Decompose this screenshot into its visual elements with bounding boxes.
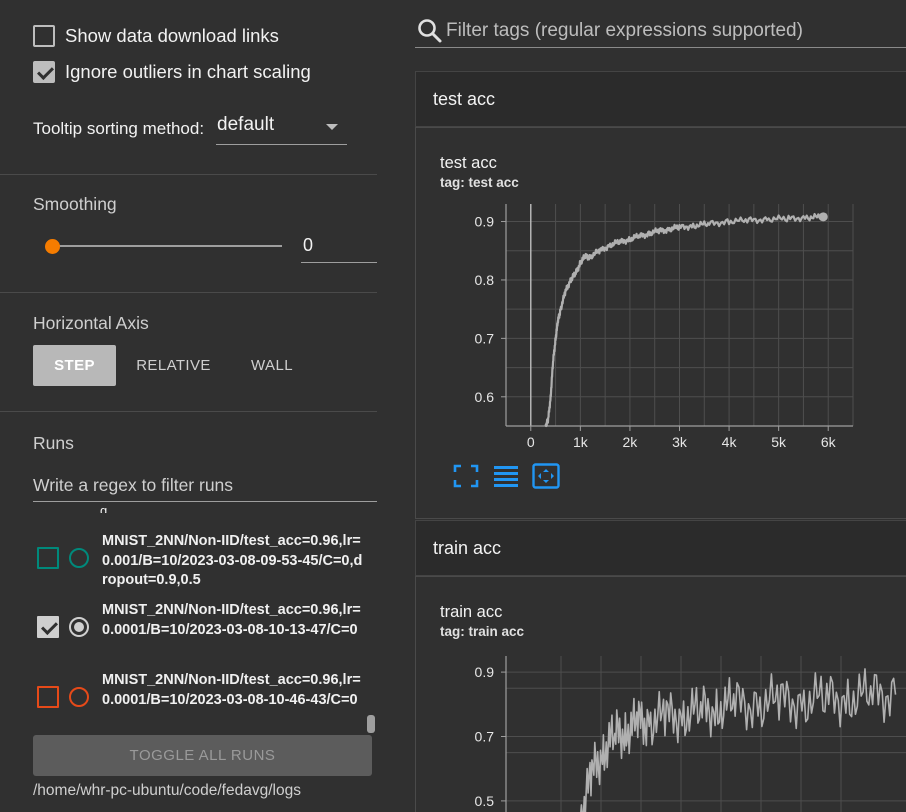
axis-wall-button[interactable]: WALL	[231, 345, 313, 386]
card-toolbar	[452, 463, 572, 489]
smoothing-title: Smoothing	[33, 194, 117, 214]
run-partial-text: g	[100, 503, 108, 513]
group-header-train-acc[interactable]: train acc	[415, 520, 906, 576]
run-label: MNIST_2NN/Non-IID/test_acc=0.96,lr=0.000…	[102, 602, 361, 638]
run-label: MNIST_2NN/Non-IID/test_acc=0.96,lr=0.000…	[102, 672, 361, 708]
log-directory-path: /home/whr-pc-ubuntu/code/fedavg/logs	[33, 782, 301, 799]
card-tag: tag: train acc	[440, 624, 525, 639]
x-tick-label: 2k	[623, 434, 639, 450]
x-tick-label: 3k	[672, 434, 688, 450]
ignore-outliers-checkbox[interactable]	[33, 61, 55, 83]
chevron-down-icon	[326, 124, 339, 130]
tooltip-sorting-select[interactable]: default	[216, 112, 348, 145]
fit-domain-icon[interactable]	[532, 463, 560, 489]
series-line	[544, 212, 824, 428]
run-label: MNIST_2NN/Non-IID/test_acc=0.96,lr=0.001…	[102, 533, 363, 588]
horizontal-axis-toggle: STEP RELATIVE WALL	[33, 345, 313, 386]
axis-relative-button[interactable]: RELATIVE	[116, 345, 231, 386]
ignore-outliers-option[interactable]: Ignore outliers in chart scaling	[33, 61, 311, 83]
runs-title: Runs	[33, 433, 74, 453]
toggle-all-runs-button[interactable]: TOGGLE ALL RUNS	[33, 735, 372, 776]
card-title: test acc	[440, 154, 497, 172]
settings-sidebar: Show data download links Ignore outliers…	[0, 0, 377, 812]
run-item[interactable]: MNIST_2NN/Non-IID/test_acc=0.96,lr=0.000…	[37, 671, 366, 710]
y-tick-label: 0.6	[475, 389, 495, 405]
series-end-point	[818, 212, 828, 222]
run-filter-input[interactable]: Write a regex to filter runs	[33, 467, 377, 502]
run-checkbox[interactable]	[37, 616, 59, 638]
group-header-test-acc[interactable]: test acc	[415, 71, 906, 127]
run-radio[interactable]	[69, 687, 89, 707]
run-item[interactable]: MNIST_2NN/Non-IID/test_acc=0.96,lr=0.001…	[37, 532, 366, 591]
tooltip-sorting-value: default	[217, 114, 275, 135]
tooltip-sorting-row: Tooltip sorting method: default	[33, 112, 348, 145]
show-download-links-option[interactable]: Show data download links	[33, 25, 279, 47]
chart-card-test-acc: 0.6 0.7 0.8 0.9 0 1k 2k 3k 4k 5k 6k test acc tag: …	[415, 127, 906, 519]
x-tick-label: 1k	[573, 434, 589, 450]
show-download-links-label: Show data download links	[65, 25, 279, 46]
horizontal-axis-title: Horizontal Axis	[33, 313, 149, 333]
smoothing-slider-track[interactable]	[52, 245, 282, 247]
x-tick-label: 6k	[821, 434, 837, 450]
chart-card-train-acc: 0.5 0.7 0.9 train acc tag: train acc	[415, 576, 906, 812]
y-tick-label: 0.9	[475, 214, 495, 230]
run-checkbox[interactable]	[37, 686, 59, 708]
tag-filter-input[interactable]: Filter tags (regular expressions support…	[415, 14, 906, 48]
tag-filter-placeholder: Filter tags (regular expressions support…	[446, 19, 803, 41]
smoothing-slider-handle[interactable]	[45, 239, 60, 254]
card-title: train acc	[440, 603, 503, 621]
y-tick-label: 0.5	[475, 793, 495, 809]
toggle-y-log-icon[interactable]	[492, 463, 520, 489]
x-tick-label: 5k	[771, 434, 787, 450]
search-icon	[418, 18, 442, 42]
run-checkbox[interactable]	[37, 547, 59, 569]
series-line	[580, 668, 897, 812]
smoothing-value-input[interactable]: 0	[301, 229, 377, 263]
divider	[0, 174, 377, 175]
divider	[0, 292, 377, 293]
runs-list: g MNIST_2NN/Non-IID/test_acc=0.96,lr=0.0…	[0, 503, 377, 733]
card-tag: tag: test acc	[440, 175, 519, 190]
y-tick-label: 0.9	[475, 664, 495, 680]
y-tick-label: 0.8	[475, 272, 495, 288]
runs-scrollbar[interactable]	[367, 715, 375, 733]
run-radio[interactable]	[69, 548, 89, 568]
show-download-links-checkbox[interactable]	[33, 25, 55, 47]
y-tick-label: 0.7	[475, 330, 495, 346]
main-content: Filter tags (regular expressions support…	[377, 0, 906, 812]
run-item[interactable]: MNIST_2NN/Non-IID/test_acc=0.96,lr=0.000…	[37, 601, 366, 640]
ignore-outliers-label: Ignore outliers in chart scaling	[65, 61, 311, 82]
x-tick-label: 4k	[722, 434, 738, 450]
tooltip-sorting-label: Tooltip sorting method:	[33, 119, 205, 138]
y-tick-label: 0.7	[475, 729, 495, 745]
x-tick-label: 0	[527, 434, 535, 450]
run-radio[interactable]	[69, 617, 89, 637]
fit-to-screen-icon[interactable]	[452, 463, 480, 489]
axis-step-button[interactable]: STEP	[33, 345, 116, 386]
divider	[0, 411, 377, 412]
